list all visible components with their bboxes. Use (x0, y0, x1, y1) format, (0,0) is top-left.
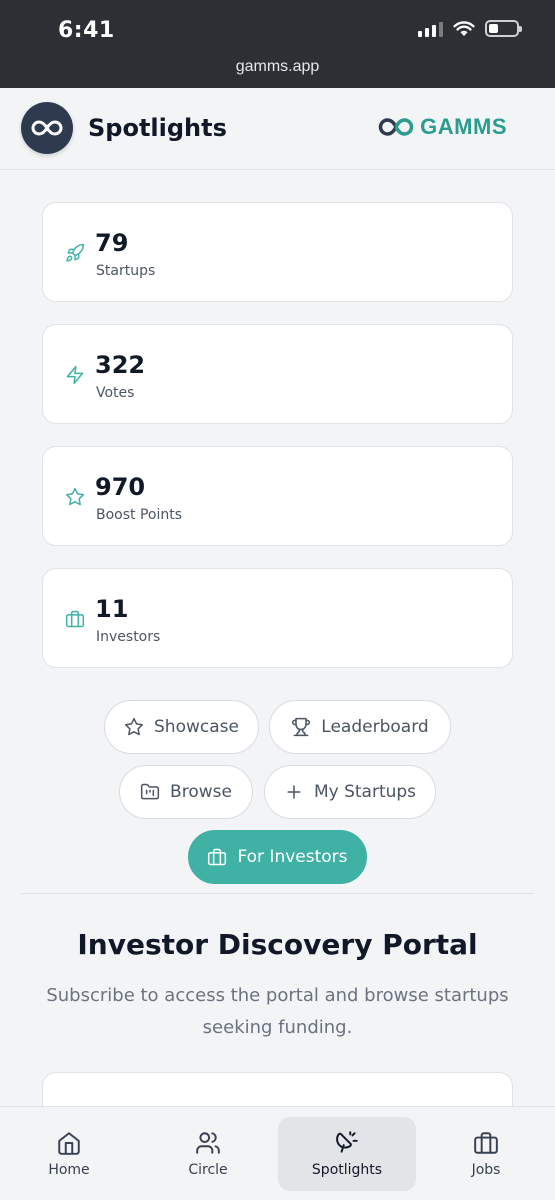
gamms-logo-icon (378, 118, 414, 136)
browser-url[interactable]: gamms.app (0, 58, 555, 76)
app-header: Spotlights GAMMS (0, 88, 555, 170)
leaderboard-button[interactable]: Leaderboard (269, 700, 451, 754)
showcase-label: Showcase (154, 717, 239, 737)
nav-label-jobs: Jobs (471, 1162, 501, 1178)
nav-label-circle: Circle (188, 1162, 228, 1178)
battery-icon (485, 20, 522, 37)
star-icon (124, 717, 144, 736)
stat-card-investors: 11 Investors (42, 568, 513, 668)
plus-icon (287, 785, 301, 799)
bottom-navigation: Home Circle Spotlights Jobs (0, 1106, 555, 1200)
nav-item-jobs[interactable]: Jobs (417, 1117, 555, 1191)
rocket-icon (66, 243, 85, 262)
stat-value: 11 (95, 595, 129, 623)
briefcase-icon (474, 1132, 498, 1154)
briefcase-icon (208, 848, 227, 866)
stat-value: 970 (95, 473, 146, 501)
stat-label: Investors (96, 629, 161, 645)
portal-title: Investor Discovery Portal (77, 928, 478, 961)
my-startups-button[interactable]: My Startups (264, 765, 436, 819)
app-logo-button[interactable] (21, 102, 73, 154)
stat-card-startups: 79 Startups (42, 202, 513, 302)
lightning-icon (66, 365, 84, 385)
stat-label: Votes (96, 385, 135, 401)
leaderboard-label: Leaderboard (321, 717, 429, 737)
my-startups-label: My Startups (313, 782, 417, 802)
users-icon (196, 1132, 220, 1154)
page-title: Spotlights (88, 114, 227, 142)
nav-item-home[interactable]: Home (0, 1117, 138, 1191)
infinity-logo-icon (31, 120, 63, 136)
status-icons (418, 20, 522, 37)
brand-logo[interactable]: GAMMS (378, 114, 507, 140)
for-investors-button[interactable]: For Investors (188, 830, 367, 884)
stat-value: 322 (95, 351, 146, 379)
briefcase-icon (65, 610, 85, 628)
status-time: 6:41 (58, 18, 115, 43)
trophy-icon (292, 717, 311, 737)
nav-item-spotlights[interactable]: Spotlights (278, 1117, 416, 1191)
stat-label: Boost Points (96, 507, 183, 523)
home-icon (58, 1132, 80, 1155)
nav-item-circle[interactable]: Circle (139, 1117, 277, 1191)
for-investors-label: For Investors (237, 847, 348, 867)
nav-label-spotlights: Spotlights (311, 1162, 383, 1178)
status-bar: 6:41 gamms.app (0, 0, 555, 88)
showcase-button[interactable]: Showcase (104, 700, 259, 754)
stats-list: 79 Startups 322 Votes 970 Boost Points 1… (42, 202, 513, 690)
browse-button[interactable]: Browse (119, 765, 253, 819)
portal-description: Subscribe to access the portal and brows… (46, 985, 509, 1038)
stat-card-votes: 322 Votes (42, 324, 513, 424)
wifi-icon (453, 20, 475, 36)
folder-chart-icon (140, 783, 160, 800)
stat-card-boost-points: 970 Boost Points (42, 446, 513, 546)
stat-label: Startups (96, 263, 156, 279)
nav-label-home: Home (48, 1162, 90, 1178)
cellular-signal-icon (418, 21, 443, 37)
stat-value: 79 (95, 229, 129, 257)
section-divider (21, 893, 534, 894)
brand-name: GAMMS (420, 114, 507, 139)
browse-label: Browse (170, 782, 232, 802)
spotlight-icon (336, 1131, 358, 1153)
star-icon (65, 487, 85, 506)
